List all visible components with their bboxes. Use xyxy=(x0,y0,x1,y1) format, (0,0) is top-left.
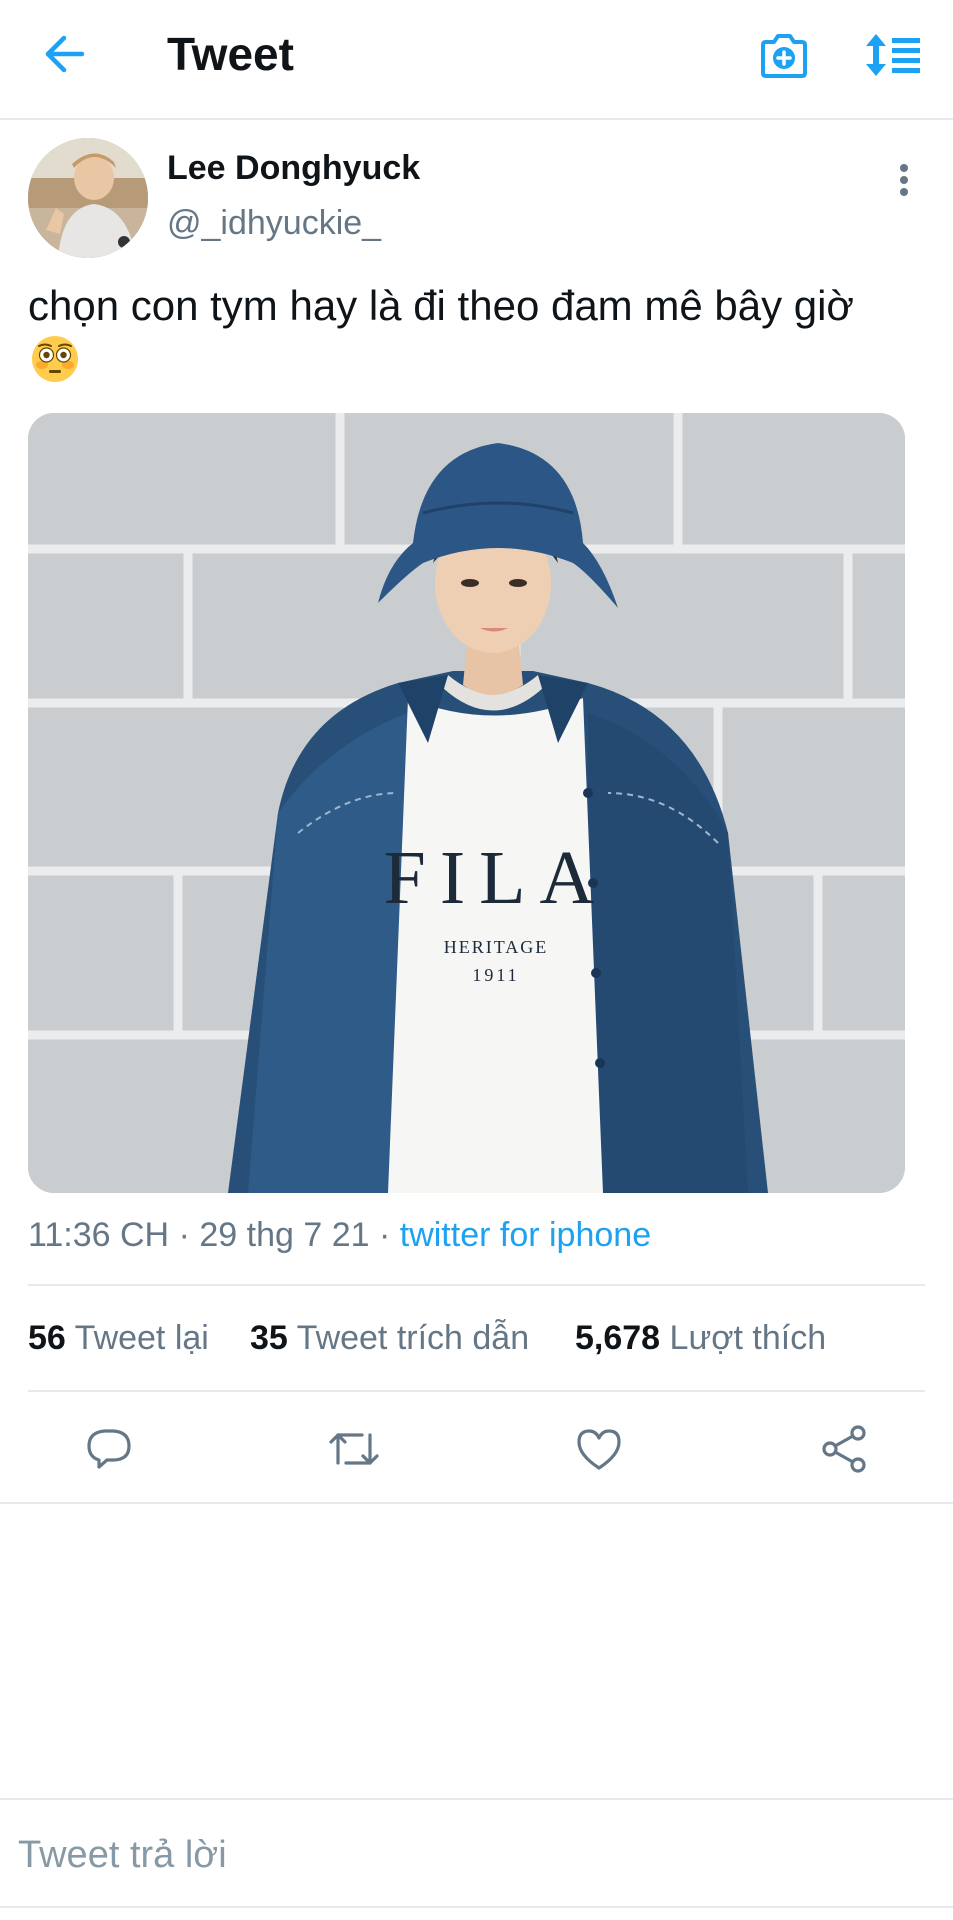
timeline-sort-button[interactable] xyxy=(862,26,924,84)
retweet-button[interactable] xyxy=(325,1420,383,1478)
quotes-stat[interactable]: 35 Tweet trích dẫn xyxy=(250,1316,529,1360)
tweet-source-link[interactable]: twitter for iphone xyxy=(400,1216,651,1254)
shirt-print-year: 1911 xyxy=(472,965,519,985)
reply-composer xyxy=(0,1798,953,1908)
retweet-icon xyxy=(329,1433,379,1465)
flushed-face-emoji-icon xyxy=(32,336,78,382)
page-title: Tweet xyxy=(167,28,294,80)
arrow-left-icon xyxy=(45,35,85,73)
share-nodes-icon xyxy=(822,1425,866,1473)
tweet-timestamp: 11:36 CH · 29 thg 7 21 · twitter for iph… xyxy=(28,1213,651,1257)
quotes-count: 35 xyxy=(250,1319,288,1357)
author-handle[interactable]: @_idhyuckie_ xyxy=(167,203,381,243)
shirt-print-line: HERITAGE xyxy=(444,937,549,957)
author-avatar[interactable] xyxy=(28,138,148,258)
likes-label: Lượt thích xyxy=(669,1319,827,1357)
retweets-stat[interactable]: 56 Tweet lại xyxy=(28,1316,209,1360)
back-button[interactable] xyxy=(34,24,94,84)
quotes-label: Tweet trích dẫn xyxy=(296,1319,530,1357)
likes-count: 5,678 xyxy=(575,1319,661,1357)
meta-separator: · xyxy=(178,1216,190,1254)
divider xyxy=(28,1390,925,1392)
tweet-photo[interactable]: FILA HERITAGE 1911 xyxy=(28,413,905,1193)
sparkle-sort-icon xyxy=(866,34,920,76)
share-button[interactable] xyxy=(815,1420,873,1478)
heart-icon xyxy=(577,1429,621,1470)
reply-button[interactable] xyxy=(80,1420,138,1478)
likes-stat[interactable]: 5,678 Lượt thích xyxy=(575,1316,826,1360)
tweet-text: chọn con tym hay là đi theo đam mê bây g… xyxy=(28,282,854,329)
like-button[interactable] xyxy=(570,1420,628,1478)
avatar-photo xyxy=(28,138,148,258)
retweets-label: Tweet lại xyxy=(74,1319,209,1357)
reply-input[interactable] xyxy=(18,1830,918,1880)
top-bar: Tweet xyxy=(0,0,953,120)
shirt-print-brand: FILA xyxy=(384,836,609,920)
meta-separator: · xyxy=(378,1216,391,1254)
tweet-date: 29 thg 7 21 xyxy=(199,1216,370,1254)
author-name[interactable]: Lee Donghyuck xyxy=(167,148,420,188)
camera-button[interactable] xyxy=(756,28,812,84)
retweets-count: 56 xyxy=(28,1319,66,1357)
reply-bubble-icon xyxy=(87,1429,131,1469)
more-vertical-icon xyxy=(900,164,908,196)
divider xyxy=(28,1284,925,1286)
camera-plus-icon xyxy=(761,34,807,78)
more-options-button[interactable] xyxy=(880,156,928,204)
tweet-time: 11:36 CH xyxy=(28,1216,170,1254)
section-divider xyxy=(0,1502,953,1504)
photo-illustration: FILA HERITAGE 1911 xyxy=(28,413,905,1193)
